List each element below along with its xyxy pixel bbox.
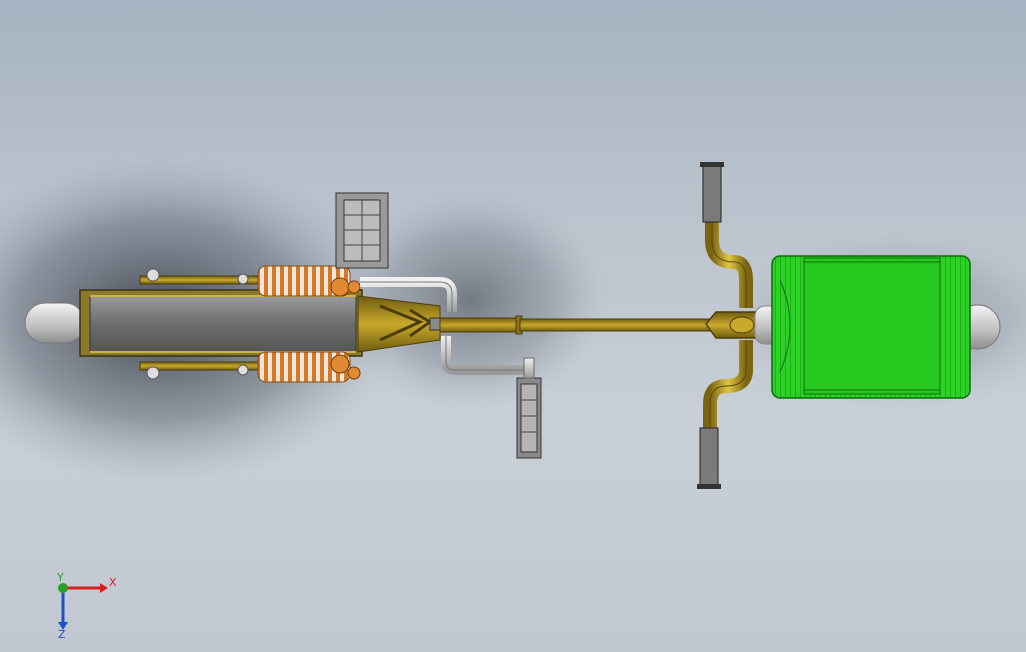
rear-shock-lower[interactable] (257, 351, 361, 383)
pedal-left[interactable] (335, 192, 389, 269)
rear-shock-upper[interactable] (257, 265, 361, 297)
handlebar-lower[interactable] (703, 340, 753, 428)
rear-axle-hub[interactable] (24, 302, 86, 344)
x-axis-label: X (109, 576, 117, 589)
grip-lower[interactable] (697, 427, 721, 489)
front-basket[interactable] (771, 255, 971, 399)
z-axis-label: Z (58, 628, 66, 640)
cad-viewport[interactable] (0, 0, 1026, 652)
orientation-triad[interactable]: X Y Z (45, 570, 125, 640)
x-axis-arrowhead (100, 583, 108, 593)
y-axis-label: Y (56, 571, 64, 584)
main-frame-tube[interactable] (439, 315, 716, 335)
rear-wheel[interactable] (79, 289, 363, 357)
y-axis-dot (58, 583, 68, 593)
grip-upper[interactable] (700, 162, 724, 223)
